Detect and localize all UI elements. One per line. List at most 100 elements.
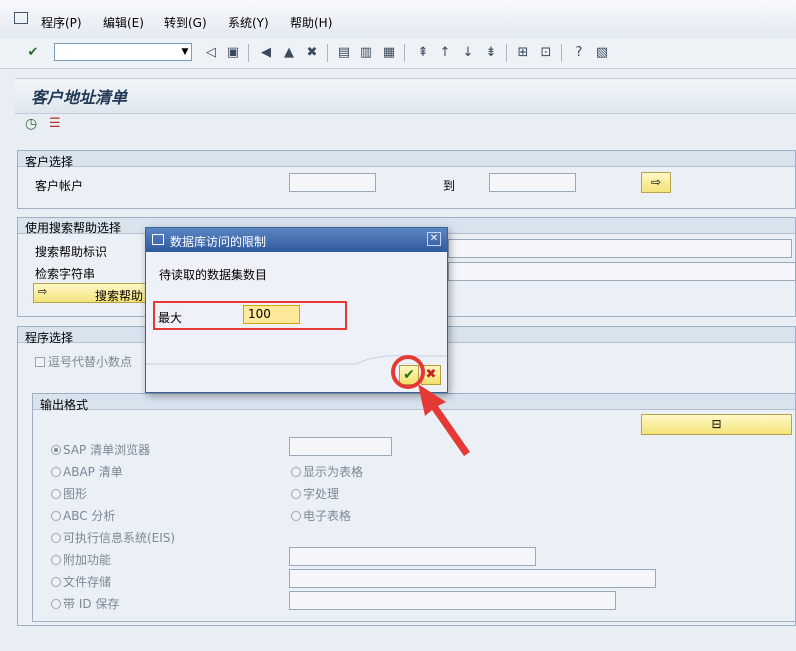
dialog-prompt: 待读取的数据集数目 [159, 268, 268, 282]
radio-spreadsheet[interactable]: 电子表格 [291, 507, 351, 524]
customer-account-label: 客户帐户 [35, 179, 84, 193]
menu-goto[interactable]: 转到(G) [164, 14, 207, 31]
last-page-icon[interactable]: ⇟ [483, 45, 499, 61]
output-format-heading: 输出格式 [40, 398, 89, 412]
save-with-id-field[interactable] [289, 591, 616, 610]
radio-dot [291, 467, 301, 477]
menu-system[interactable]: 系统(Y) [228, 14, 269, 31]
cancel-icon[interactable]: ✖ [304, 45, 320, 61]
radio-file-storage[interactable]: 文件存储 [51, 573, 111, 590]
radio-dot [51, 577, 61, 587]
radio-label: 显示为表格 [303, 465, 364, 479]
radio-word-processing[interactable]: 字处理 [291, 485, 339, 502]
radio-sap-list-viewer[interactable]: SAP 清单浏览器 [51, 441, 150, 458]
layout-button[interactable]: ⊟ [641, 414, 792, 435]
enter-icon[interactable]: ✔ [25, 45, 41, 61]
help-icon[interactable]: ? [571, 45, 587, 61]
title-bar [15, 78, 796, 114]
find-next-icon[interactable]: ▦ [381, 45, 397, 61]
menu-help[interactable]: 帮助(H) [290, 14, 332, 31]
layout-icon[interactable]: ▧ [594, 45, 610, 61]
dialog-title: 数据库访问的限制 [170, 235, 267, 249]
save-icon[interactable]: ▣ [225, 45, 241, 61]
radio-label: 字处理 [303, 487, 340, 501]
radio-dot [291, 511, 301, 521]
command-field[interactable] [54, 43, 192, 61]
radio-label: SAP 清单浏览器 [63, 443, 151, 457]
to-label: 到 [443, 179, 456, 193]
radio-dot [51, 467, 61, 477]
radio-graphics[interactable]: 图形 [51, 485, 87, 502]
prev-page-icon[interactable]: ↑ [437, 45, 453, 61]
search-help-button[interactable]: ⇨ 搜索帮助 [33, 283, 153, 303]
file-storage-field[interactable] [289, 569, 656, 588]
sap-list-viewer-field[interactable] [289, 437, 392, 456]
command-dropdown-icon[interactable]: ▼ [178, 44, 192, 60]
execute-icon[interactable]: ◷ [25, 116, 41, 132]
customer-selection-heading: 客户选择 [25, 155, 74, 169]
radio-dot [51, 599, 61, 609]
multiple-selection-icon: ⇨ [650, 175, 662, 189]
radio-dot [291, 489, 301, 499]
toolbar-separator [506, 44, 507, 62]
variants-icon[interactable]: ☰ [49, 116, 65, 132]
checkbox-box [35, 357, 45, 367]
toolbar-separator [561, 44, 562, 62]
multiple-selection-button[interactable]: ⇨ [641, 172, 671, 193]
radio-dot [51, 533, 61, 543]
comma-decimal-label: 逗号代替小数点 [48, 355, 133, 369]
radio-abap-list[interactable]: ABAP 清单 [51, 463, 123, 480]
customer-account-from-field[interactable] [289, 173, 376, 192]
menu-edit[interactable]: 编辑(E) [103, 14, 144, 31]
first-page-icon[interactable]: ⇞ [415, 45, 431, 61]
search-string-label: 检索字符串 [35, 267, 96, 281]
radio-label: 电子表格 [303, 509, 352, 523]
search-help-id-label: 搜索帮助标识 [35, 245, 108, 259]
page-title: 客户地址清单 [31, 88, 128, 107]
search-help-button-icon: ⇨ [38, 285, 48, 298]
group-header [18, 151, 795, 167]
radio-label: 附加功能 [63, 553, 112, 567]
window-menu-icon[interactable] [14, 12, 28, 24]
additional-functions-field[interactable] [289, 547, 536, 566]
program-selection-heading: 程序选择 [25, 331, 74, 345]
search-help-button-label: 搜索帮助 [95, 289, 144, 303]
radio-label: 文件存储 [63, 575, 112, 589]
next-page-icon[interactable]: ↓ [460, 45, 476, 61]
radio-additional-functions[interactable]: 附加功能 [51, 551, 111, 568]
radio-label: ABC 分析 [63, 509, 116, 523]
search-help-id-field[interactable] [448, 239, 792, 258]
radio-display-table[interactable]: 显示为表格 [291, 463, 363, 480]
search-help-heading: 使用搜索帮助选择 [25, 221, 122, 235]
radio-label: 可执行信息系统(EIS) [63, 531, 176, 545]
customer-account-to-field[interactable] [489, 173, 576, 192]
back-nav-icon[interactable]: ◀ [258, 45, 274, 61]
print-icon[interactable]: ▤ [336, 45, 352, 61]
toolbar-separator [404, 44, 405, 62]
radio-dot [51, 555, 61, 565]
radio-label: 图形 [63, 487, 88, 501]
toolbar-separator [327, 44, 328, 62]
radio-dot [51, 445, 61, 455]
toolbar-separator [248, 44, 249, 62]
radio-label: 带 ID 保存 [63, 597, 120, 611]
radio-save-with-id[interactable]: 带 ID 保存 [51, 595, 119, 612]
comma-decimal-checkbox[interactable]: 逗号代替小数点 [35, 353, 132, 370]
new-session-icon[interactable]: ⊞ [515, 45, 531, 61]
radio-eis[interactable]: 可执行信息系统(EIS) [51, 529, 175, 546]
find-icon[interactable]: ▥ [358, 45, 374, 61]
dialog-window-icon [152, 234, 164, 245]
exit-icon[interactable]: ▲ [281, 45, 297, 61]
back-icon[interactable]: ◁ [203, 45, 219, 61]
radio-label: ABAP 清单 [63, 465, 123, 479]
dialog-close-button[interactable]: ✕ [427, 232, 441, 246]
annotation-arrow [418, 384, 470, 456]
radio-dot [51, 511, 61, 521]
search-string-field[interactable] [448, 262, 796, 281]
layout-button-icon: ⊟ [711, 417, 722, 431]
radio-abc-analysis[interactable]: ABC 分析 [51, 507, 115, 524]
close-icon: ✕ [429, 233, 439, 244]
shortcut-icon[interactable]: ⊡ [538, 45, 554, 61]
menu-program[interactable]: 程序(P) [41, 14, 82, 31]
radio-dot [51, 489, 61, 499]
